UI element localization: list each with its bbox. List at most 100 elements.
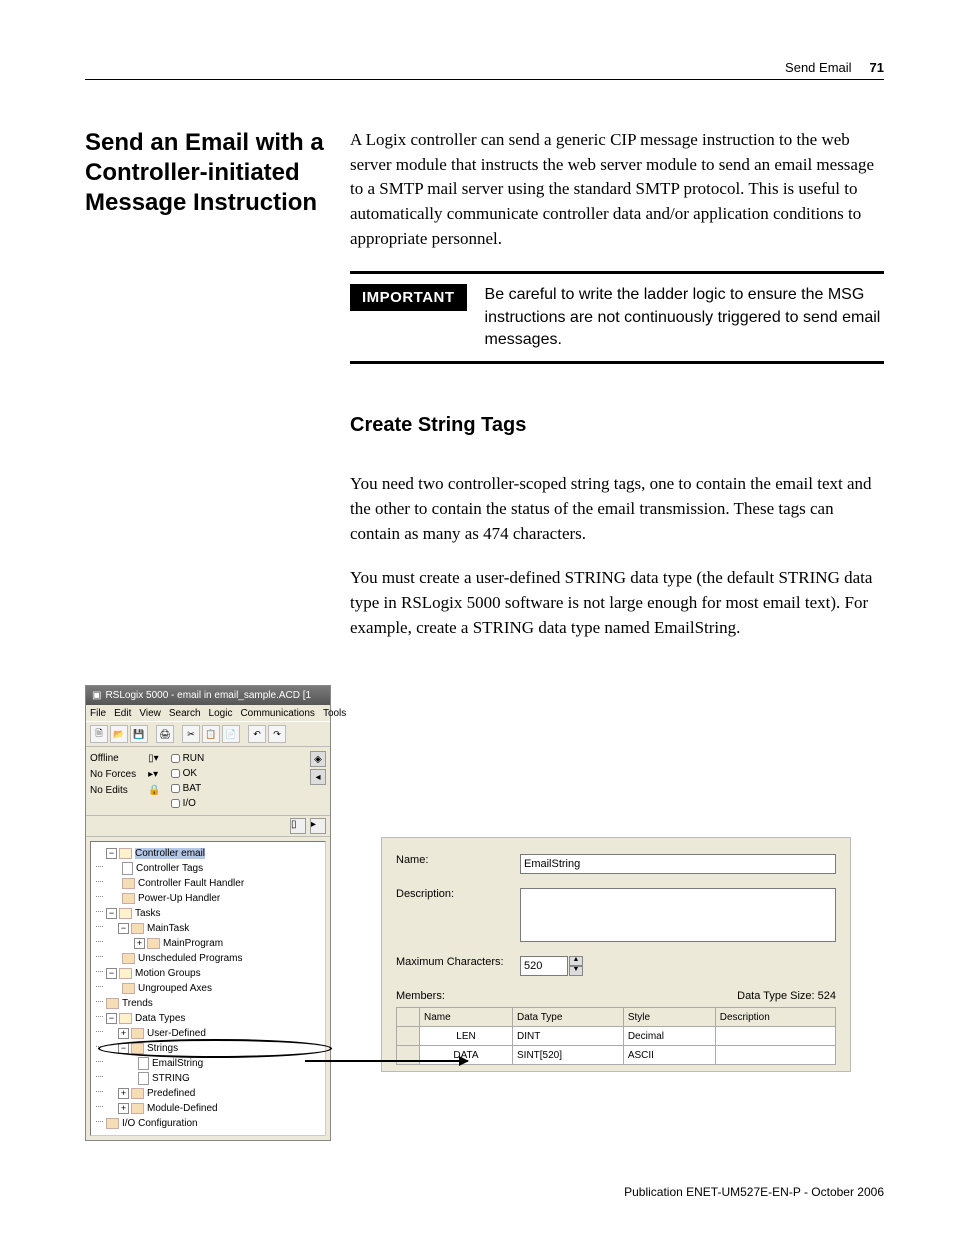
- col-datatype: Data Type: [513, 1008, 624, 1027]
- header-section: Send Email: [785, 60, 851, 75]
- cut-icon[interactable]: ✂: [182, 725, 200, 743]
- tree-moduledefined[interactable]: Module-Defined: [147, 1103, 218, 1114]
- tree-fault-handler[interactable]: Controller Fault Handler: [138, 878, 244, 889]
- app-icon: ▣: [92, 690, 101, 701]
- redo-icon[interactable]: ↷: [268, 725, 286, 743]
- project-tree[interactable]: − Controller email Controller Tags Contro…: [90, 841, 326, 1136]
- menu-view[interactable]: View: [139, 708, 161, 719]
- toolbar: 🗎 📂 💾 🖨 ✂ 📋 📄 ↶ ↷: [86, 721, 330, 747]
- menu-logic[interactable]: Logic: [209, 708, 233, 719]
- callout-arrow-icon: [305, 1060, 468, 1062]
- important-text: Be careful to write the ladder logic to …: [485, 284, 884, 351]
- copy-icon[interactable]: 📋: [202, 725, 220, 743]
- publication-footer: Publication ENET-UM527E-EN-P - October 2…: [624, 1185, 884, 1199]
- status-noforces: No Forces: [90, 767, 136, 782]
- status-ok-row: OK: [171, 766, 205, 781]
- toolbar-arrow-icon[interactable]: ▸: [310, 818, 326, 834]
- file-icon: [122, 862, 133, 875]
- run-checkbox[interactable]: [171, 754, 180, 763]
- menu-edit[interactable]: Edit: [114, 708, 131, 719]
- folder-icon: [131, 1088, 144, 1099]
- paste-icon[interactable]: 📄: [222, 725, 240, 743]
- tree-controller[interactable]: Controller email: [135, 848, 205, 859]
- table-header-row: Name Data Type Style Description: [397, 1008, 836, 1027]
- spin-up-icon[interactable]: ▲: [569, 956, 583, 966]
- expand-icon[interactable]: −: [118, 923, 129, 934]
- expand-icon[interactable]: −: [106, 848, 117, 859]
- tree-powerup[interactable]: Power-Up Handler: [138, 893, 220, 904]
- subsection-title: Create String Tags: [350, 414, 884, 437]
- members-label: Members:: [396, 990, 445, 1002]
- folder-icon: [122, 878, 135, 889]
- expand-icon[interactable]: +: [118, 1088, 129, 1099]
- tree-mainprogram[interactable]: MainProgram: [163, 938, 223, 949]
- tree-tasks[interactable]: Tasks: [135, 908, 161, 919]
- new-icon[interactable]: 🗎: [90, 725, 108, 743]
- print-icon[interactable]: 🖨: [156, 725, 174, 743]
- toolbar-box-icon[interactable]: ▯: [290, 818, 306, 834]
- titlebar: ▣ RSLogix 5000 - email in email_sample.A…: [86, 686, 330, 705]
- menu-file[interactable]: File: [90, 708, 106, 719]
- folder-icon: [122, 953, 135, 964]
- name-input[interactable]: [520, 854, 836, 874]
- tree-trends[interactable]: Trends: [122, 998, 153, 1009]
- important-callout: IMPORTANT Be careful to write the ladder…: [350, 271, 884, 364]
- menu-communications[interactable]: Communications: [240, 708, 314, 719]
- folder-icon: [131, 1043, 144, 1054]
- desc-textarea[interactable]: [520, 888, 836, 942]
- save-icon[interactable]: 💾: [130, 725, 148, 743]
- tree-controller-tags[interactable]: Controller Tags: [136, 863, 203, 874]
- p2: You need two controller-scoped string ta…: [350, 472, 884, 546]
- bat-checkbox[interactable]: [171, 784, 180, 793]
- tree-ioconfig[interactable]: I/O Configuration: [122, 1118, 198, 1129]
- undo-icon[interactable]: ↶: [248, 725, 266, 743]
- expand-icon[interactable]: −: [106, 1013, 117, 1024]
- tree-predefined[interactable]: Predefined: [147, 1088, 195, 1099]
- expand-icon[interactable]: −: [106, 968, 117, 979]
- tree-motion[interactable]: Motion Groups: [135, 968, 201, 979]
- menu-search[interactable]: Search: [169, 708, 201, 719]
- io-checkbox[interactable]: [171, 799, 180, 808]
- tree-strings[interactable]: Strings: [147, 1043, 178, 1054]
- tree-maintask[interactable]: MainTask: [147, 923, 189, 934]
- expand-icon[interactable]: +: [118, 1028, 129, 1039]
- maxchars-label: Maximum Characters:: [396, 956, 512, 968]
- status-run-row: RUN: [171, 751, 205, 766]
- tree-string-type[interactable]: STRING: [152, 1073, 190, 1084]
- expand-icon[interactable]: −: [118, 1043, 129, 1054]
- tree-unscheduled[interactable]: Unscheduled Programs: [138, 953, 243, 964]
- app-title: RSLogix 5000 - email in email_sample.ACD…: [105, 690, 311, 701]
- folder-icon: [147, 938, 160, 949]
- folder-icon: [106, 998, 119, 1009]
- folder-icon: [131, 923, 144, 934]
- expand-icon[interactable]: −: [106, 908, 117, 919]
- status-bat-row: BAT: [171, 781, 205, 796]
- tree-emailstring[interactable]: EmailString: [152, 1058, 203, 1069]
- open-icon[interactable]: 📂: [110, 725, 128, 743]
- table-row[interactable]: LEN DINT Decimal: [397, 1027, 836, 1046]
- screenshot-row: ▣ RSLogix 5000 - email in email_sample.A…: [85, 685, 884, 1141]
- tree-userdefined[interactable]: User-Defined: [147, 1028, 206, 1039]
- status-sep1-icon: ▯▾: [148, 751, 160, 766]
- menubar[interactable]: File Edit View Search Logic Communicatio…: [86, 705, 330, 721]
- spin-down-icon[interactable]: ▼: [569, 966, 583, 976]
- header-page-number: 71: [870, 60, 884, 75]
- tree-datatypes[interactable]: Data Types: [135, 1013, 185, 1024]
- p3: You must create a user-defined STRING da…: [350, 566, 884, 640]
- ok-checkbox[interactable]: [171, 769, 180, 778]
- file-icon: [138, 1057, 149, 1070]
- rslogix-window: ▣ RSLogix 5000 - email in email_sample.A…: [85, 685, 331, 1141]
- intro-paragraph: A Logix controller can send a generic CI…: [350, 128, 884, 251]
- maxchars-input[interactable]: [520, 956, 568, 976]
- folder-icon: [119, 908, 132, 919]
- folder-icon: [119, 848, 132, 859]
- menu-tools[interactable]: Tools: [323, 708, 346, 719]
- expand-icon[interactable]: +: [118, 1103, 129, 1114]
- name-label: Name:: [396, 854, 512, 866]
- folder-icon: [106, 1118, 119, 1129]
- tree-ungrouped[interactable]: Ungrouped Axes: [138, 983, 212, 994]
- status-sep2-icon: ▸▾: [148, 767, 160, 782]
- datatype-dialog: Name: Description: Maximum Characters: ▲…: [381, 837, 851, 1072]
- expand-icon[interactable]: +: [134, 938, 145, 949]
- scroll-left-icon[interactable]: ◂: [310, 769, 326, 785]
